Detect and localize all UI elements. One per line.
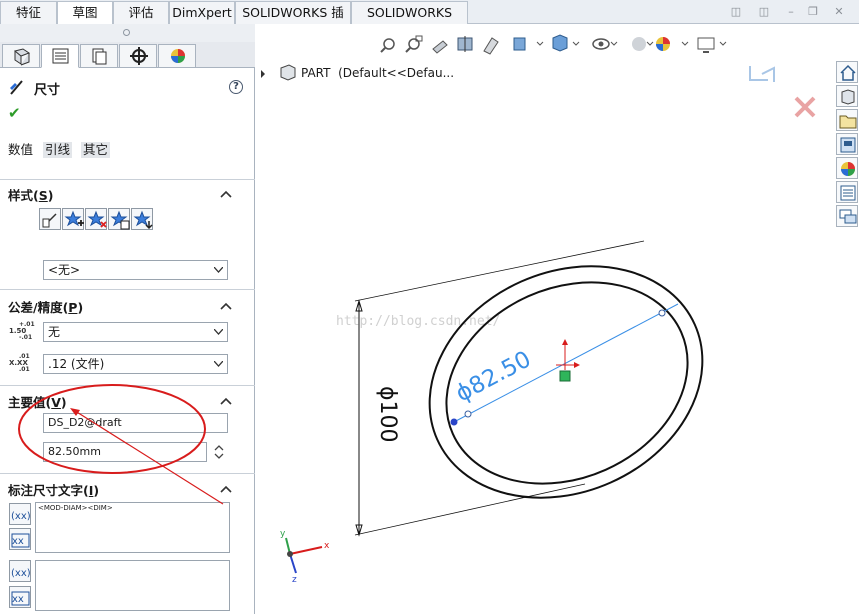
design-library-icon[interactable] <box>836 85 858 107</box>
tree-expand-icon[interactable] <box>261 70 265 78</box>
inner-dimension-text: ϕ82.50 <box>452 346 536 407</box>
minimize-icon[interactable]: – <box>784 5 798 19</box>
section-view-icon[interactable] <box>457 36 473 52</box>
display-style-icon[interactable] <box>552 34 580 52</box>
maximize-icon[interactable]: ❐ <box>806 5 820 19</box>
tab-label: 评估 <box>128 5 154 20</box>
triad-y-label: y <box>280 529 286 539</box>
graphics-canvas: http://blog.csdn.net/ ϕ100 ϕ82.50 y x z <box>261 34 816 585</box>
zoom-to-area-icon[interactable] <box>405 35 423 53</box>
confirmation-corner <box>749 66 816 118</box>
tab-dimxpert[interactable]: DimXpert <box>169 1 235 24</box>
dynamic-annotation-icon[interactable] <box>483 37 499 55</box>
tab-solidworks-addins[interactable]: SOLIDWORKS 插件 <box>235 1 351 41</box>
file-explorer-icon[interactable] <box>836 109 858 131</box>
appearances-icon[interactable] <box>836 157 858 179</box>
part-icon <box>280 64 296 81</box>
tab-label: DimXpert <box>172 5 232 20</box>
tab-label: 草图 <box>72 5 98 20</box>
center-point-icon[interactable] <box>559 370 571 382</box>
cancel-x-icon[interactable] <box>794 96 816 118</box>
previous-view-icon[interactable] <box>432 40 448 54</box>
triad-z-label: z <box>292 575 297 585</box>
triad-x-label: x <box>324 541 330 551</box>
tab-features[interactable]: 特征 <box>0 1 57 24</box>
view-orientation-icon[interactable] <box>513 37 544 51</box>
outer-dimension-text: ϕ100 <box>375 386 400 443</box>
tab-solidworks-mbd[interactable]: SOLIDWORKS MBD <box>351 1 468 41</box>
apply-scene-icon[interactable] <box>656 37 689 51</box>
tile-icon[interactable]: ◫ <box>757 5 771 19</box>
tab-sketch[interactable]: 草图 <box>57 1 113 25</box>
view-settings-icon[interactable] <box>697 37 727 53</box>
home-icon[interactable] <box>836 61 858 83</box>
feature-tree-root[interactable]: PART (Default<<Defau... <box>301 66 454 80</box>
close-icon[interactable]: ✕ <box>832 5 846 19</box>
custom-properties-icon[interactable] <box>836 181 858 203</box>
command-manager-tabs: 特征 草图 评估 DimXpert SOLIDWORKS 插件 SOLIDWOR… <box>0 0 859 41</box>
property-manager-panel: 尺寸 ? ✔ 数值 引线 其它 样式(S) <无> 公差/精度(P) +.01 … <box>0 24 255 614</box>
outer-circle[interactable] <box>392 224 739 540</box>
restore-tile-icon[interactable]: ◫ <box>729 5 743 19</box>
heads-up-toolbar <box>380 34 727 55</box>
forum-icon[interactable] <box>836 205 858 227</box>
coordinate-triad: y x z <box>280 529 330 585</box>
tree-root-name: PART <box>301 66 331 80</box>
tab-evaluate[interactable]: 评估 <box>113 1 169 24</box>
red-annotation-overlay <box>18 384 224 505</box>
edit-appearance-icon[interactable] <box>632 37 654 51</box>
view-palette-icon[interactable] <box>836 133 858 155</box>
zoom-to-fit-icon[interactable] <box>380 38 395 53</box>
tab-label: 特征 <box>15 5 41 20</box>
tree-config-name: (Default<<Defau... <box>338 66 455 80</box>
watermark-text: http://blog.csdn.net/ <box>336 314 500 329</box>
hide-show-items-icon[interactable] <box>592 38 618 50</box>
